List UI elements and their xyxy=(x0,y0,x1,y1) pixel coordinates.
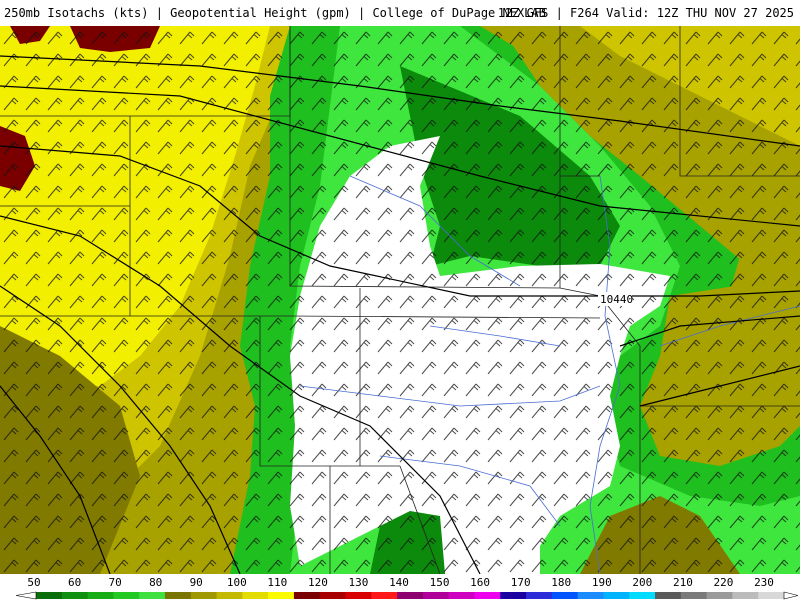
legend-tick-label: 70 xyxy=(108,576,121,589)
legend-labels: 50 60 70 80 90 100 110 120 130 140 150 160 170 180 190… xyxy=(27,576,774,589)
legend-swatch xyxy=(87,592,114,599)
legend-swatch xyxy=(139,592,166,599)
isotach-legend: 50 60 70 80 90 100 110 120 130 140 150 160 170 180 190… xyxy=(0,574,800,600)
legend-swatch xyxy=(577,592,604,599)
isotach-map[interactable]: 10440 xyxy=(0,26,800,575)
legend-tick-label: 220 xyxy=(713,576,733,589)
legend-swatch xyxy=(113,592,140,599)
legend-swatch xyxy=(448,592,475,599)
legend-tick-label: 160 xyxy=(470,576,490,589)
legend-tick-label: 60 xyxy=(68,576,81,589)
legend-tick-label: 230 xyxy=(754,576,774,589)
legend-tick-label: 130 xyxy=(348,576,368,589)
legend-swatch xyxy=(36,592,63,599)
model-run-valid-time: 12Z GFS | F264 Valid: 12Z THU NOV 27 202… xyxy=(497,6,794,20)
legend-tick-label: 120 xyxy=(308,576,328,589)
legend-swatch xyxy=(268,592,295,599)
legend-low-arrow xyxy=(15,591,37,600)
legend-swatch xyxy=(371,592,398,599)
legend-swatch xyxy=(422,592,450,599)
legend-tick-label: 170 xyxy=(511,576,531,589)
legend-swatch xyxy=(397,592,424,599)
legend-swatch xyxy=(61,592,89,599)
legend-swatch xyxy=(655,592,682,599)
legend-swatch xyxy=(242,592,269,599)
legend-tick-label: 110 xyxy=(267,576,287,589)
legend-tick-label: 50 xyxy=(27,576,40,589)
legend-tick-label: 150 xyxy=(430,576,450,589)
legend-tick-label: 90 xyxy=(190,576,203,589)
legend-swatch xyxy=(345,592,372,599)
legend-swatch xyxy=(164,592,192,599)
legend-swatch xyxy=(706,592,733,599)
legend-swatch xyxy=(293,592,321,599)
legend-tick-label: 100 xyxy=(227,576,247,589)
legend-swatch xyxy=(758,592,785,599)
legend-swatch xyxy=(500,592,527,599)
legend-tick-label: 210 xyxy=(673,576,693,589)
legend-tick-label: 200 xyxy=(632,576,652,589)
legend-swatch xyxy=(603,592,630,599)
legend-swatch xyxy=(190,592,218,599)
product-title: 250mb Isotachs (kts) | Geopotential Heig… xyxy=(4,6,546,20)
legend-high-arrow xyxy=(783,591,799,600)
legend-swatch xyxy=(319,592,347,599)
legend-swatch xyxy=(680,592,708,599)
legend-swatch xyxy=(551,592,579,599)
map-canvas: 10440 xyxy=(0,26,800,575)
legend-swatch xyxy=(474,592,501,599)
legend-tick-label: 80 xyxy=(149,576,162,589)
legend-colorbar: 50 60 70 80 90 100 110 120 130 140 150 160 170 180 190… xyxy=(15,576,799,600)
legend-swatch xyxy=(526,592,553,599)
contour-label: 10440 xyxy=(600,293,633,306)
header-bar: 250mb Isotachs (kts) | Geopotential Heig… xyxy=(0,0,800,26)
legend-swatch xyxy=(732,592,759,599)
legend-swatches xyxy=(15,591,799,600)
legend-swatch xyxy=(216,592,243,599)
legend-tick-label: 140 xyxy=(389,576,409,589)
legend-swatch xyxy=(629,592,656,599)
legend-tick-label: 180 xyxy=(551,576,571,589)
legend-tick-label: 190 xyxy=(592,576,612,589)
